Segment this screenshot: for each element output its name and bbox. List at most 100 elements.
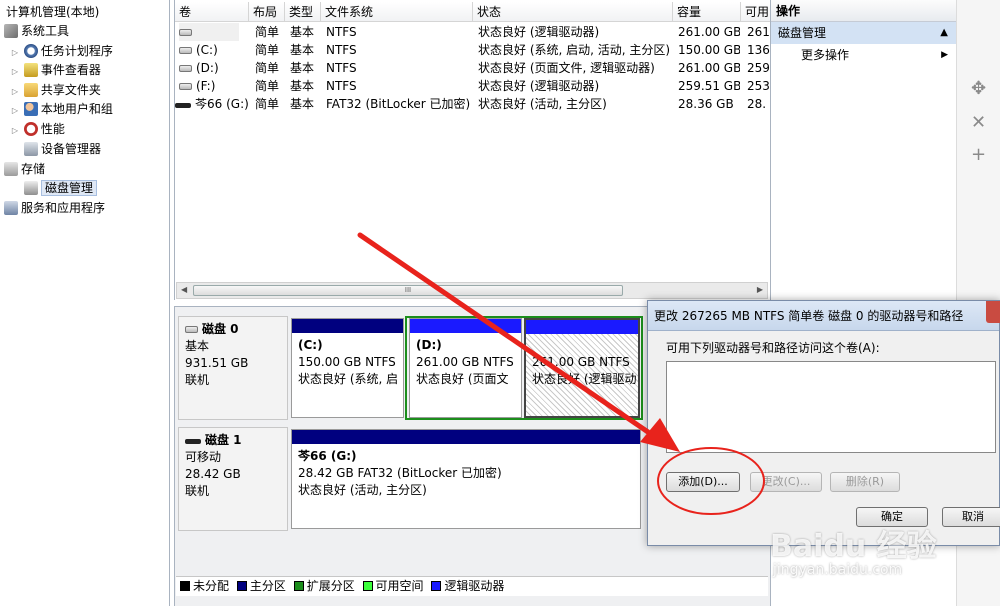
drive-icon (179, 65, 192, 72)
scroll-thumb[interactable]: III (193, 285, 623, 296)
legend-item-unallocated: 未分配 (180, 577, 229, 596)
filesystem-cell: NTFS (326, 43, 357, 57)
partition-c[interactable]: (C:) 150.00 GB NTFS 状态良好 (系统, 启 (291, 318, 404, 418)
tree-item-computer-management[interactable]: 计算机管理(本地) (6, 3, 99, 22)
tree-item-device-manager[interactable]: 设备管理器 (24, 140, 101, 159)
disk-size: 28.42 GB (185, 467, 241, 481)
legend-swatch (293, 581, 304, 591)
tree-item-shared-folders[interactable]: ▷ 共享文件夹 (10, 81, 101, 100)
disk-1-label[interactable]: 磁盘 1 可移动 28.42 GB 联机 (178, 427, 288, 531)
change-button[interactable]: 更改(C)... (750, 472, 822, 492)
navigation-tree: 计算机管理(本地) 系统工具 ▷ 任务计划程序 ▷ 事件查看器 ▷ 共享文件夹 … (0, 0, 170, 606)
free-cell: 259 (747, 61, 770, 75)
legend: 未分配 主分区 扩展分区 可用空间 逻辑驱动器 (176, 576, 768, 596)
tree-item-task-scheduler[interactable]: ▷ 任务计划程序 (10, 42, 113, 61)
volume-cell[interactable]: 芩66 (G:) (175, 95, 249, 113)
partition-title: (C:) (298, 338, 323, 352)
volume-cell[interactable]: (F:) (179, 77, 249, 95)
tree-item-label: 事件查看器 (40, 63, 101, 77)
volume-cell[interactable]: (D:) (179, 59, 249, 77)
expand-arrow-icon[interactable]: ▷ (10, 43, 20, 62)
column-header-layout[interactable]: 布局 (249, 2, 285, 22)
removable-disk-icon (185, 439, 201, 444)
change-drive-letter-dialog: 更改 267265 MB NTFS 简单卷 磁盘 0 的驱动器号和路径 可用下列… (647, 300, 1000, 546)
move-icon[interactable]: ✥ (971, 78, 986, 99)
column-header-free[interactable]: 可用 (741, 2, 771, 22)
filesystem-cell: NTFS (326, 61, 357, 75)
collapse-arrow-icon[interactable]: ▲ (940, 22, 948, 44)
layout-cell: 简单 (255, 79, 280, 93)
status-cell: 状态良好 (系统, 启动, 活动, 主分区) (478, 43, 671, 57)
partition-status: 状态良好 (逻辑驱动 (532, 372, 637, 386)
tree-item-label: 磁盘管理 (41, 180, 98, 196)
filesystem-cell: NTFS (326, 79, 357, 93)
capacity-cell: 259.51 GB (678, 79, 740, 93)
scroll-left-icon[interactable]: ◀ (181, 285, 187, 294)
scroll-right-icon[interactable]: ▶ (757, 285, 763, 294)
expand-arrow-icon[interactable]: ▷ (10, 121, 20, 140)
cancel-button[interactable]: 取消 (942, 507, 1000, 527)
primary-partition-bar (292, 319, 403, 333)
partition-g[interactable]: 芩66 (G:) 28.42 GB FAT32 (BitLocker 已加密) … (291, 429, 641, 529)
tree-item-label: 共享文件夹 (40, 83, 101, 97)
plus-icon[interactable]: + (971, 144, 986, 165)
type-cell: 基本 (290, 61, 315, 75)
users-icon (23, 102, 38, 116)
tree-item-label: 系统工具 (21, 24, 70, 38)
tree-item-label: 任务计划程序 (40, 44, 113, 58)
add-button[interactable]: 添加(D)... (666, 472, 740, 492)
filesystem-cell: NTFS (326, 25, 357, 39)
tree-item-storage[interactable]: 存储 (4, 160, 45, 179)
expand-arrow-icon[interactable]: ▷ (10, 62, 20, 81)
partition-selected[interactable]: 261.00 GB NTFS 状态良好 (逻辑驱动 (524, 318, 640, 418)
drive-paths-list[interactable] (666, 361, 996, 453)
dialog-close-button[interactable] (986, 301, 1000, 323)
partition-d[interactable]: (D:) 261.00 GB NTFS 状态良好 (页面文 (409, 318, 522, 418)
tree-item-event-viewer[interactable]: ▷ 事件查看器 (10, 61, 101, 80)
tree-item-services-apps[interactable]: 服务和应用程序 (4, 199, 105, 218)
tree-item-local-users[interactable]: ▷ 本地用户和组 (10, 100, 113, 119)
column-header-filesystem[interactable]: 文件系统 (321, 2, 473, 22)
primary-partition-bar (292, 430, 640, 444)
volume-cell[interactable]: (C:) (179, 41, 249, 59)
column-header-status[interactable]: 状态 (473, 2, 673, 22)
tree-item-label: 存储 (21, 162, 46, 176)
close-icon[interactable]: ✕ (971, 112, 986, 133)
disk-size: 931.51 GB (185, 356, 249, 370)
type-cell: 基本 (290, 43, 315, 57)
column-header-capacity[interactable]: 容量 (673, 2, 741, 22)
horizontal-scrollbar[interactable]: ◀ III ▶ (176, 282, 768, 299)
disk-kind: 可移动 (185, 450, 222, 464)
partition-status: 状态良好 (活动, 主分区) (298, 483, 427, 497)
volume-cell[interactable] (179, 23, 239, 41)
disk-0-label[interactable]: 磁盘 0 基本 931.51 GB 联机 (178, 316, 288, 420)
capacity-cell: 261.00 GB (678, 61, 740, 75)
layout-cell: 简单 (255, 61, 280, 75)
partition-status: 状态良好 (系统, 启 (298, 372, 399, 386)
volume-list: 卷 布局 类型 文件系统 状态 容量 可用 简单 基本 NTFS 状态良好 (逻… (174, 0, 771, 300)
delete-button[interactable]: 删除(R) (830, 472, 900, 492)
disk-icon (185, 326, 198, 333)
tree-item-label: 性能 (40, 122, 65, 136)
expand-arrow-icon[interactable]: ▷ (10, 82, 20, 101)
drive-icon (179, 47, 192, 54)
status-cell: 状态良好 (活动, 主分区) (478, 97, 607, 111)
disk-management-icon (24, 181, 38, 195)
submenu-arrow-icon: ▶ (941, 50, 948, 60)
tree-item-system-tools[interactable]: 系统工具 (4, 22, 69, 41)
type-cell: 基本 (290, 97, 315, 111)
column-header-volume[interactable]: 卷 (175, 2, 249, 22)
column-header-type[interactable]: 类型 (285, 2, 321, 22)
watermark-brand: Baidu 经验 (770, 529, 937, 564)
logical-drive-bar (526, 320, 638, 334)
actions-title: 操作 (771, 0, 956, 22)
legend-swatch (236, 581, 247, 591)
actions-section-disk-management[interactable]: 磁盘管理 ▲ (771, 22, 956, 44)
expand-arrow-icon[interactable]: ▷ (10, 101, 20, 120)
partition-title: 芩66 (G:) (298, 449, 357, 463)
more-actions[interactable]: 更多操作 ▶ (771, 44, 956, 66)
logical-drive-bar (410, 319, 521, 333)
tree-item-performance[interactable]: ▷ 性能 (10, 120, 65, 139)
tree-item-disk-management[interactable]: 磁盘管理 (24, 179, 98, 198)
tree-item-label: 设备管理器 (41, 142, 102, 156)
